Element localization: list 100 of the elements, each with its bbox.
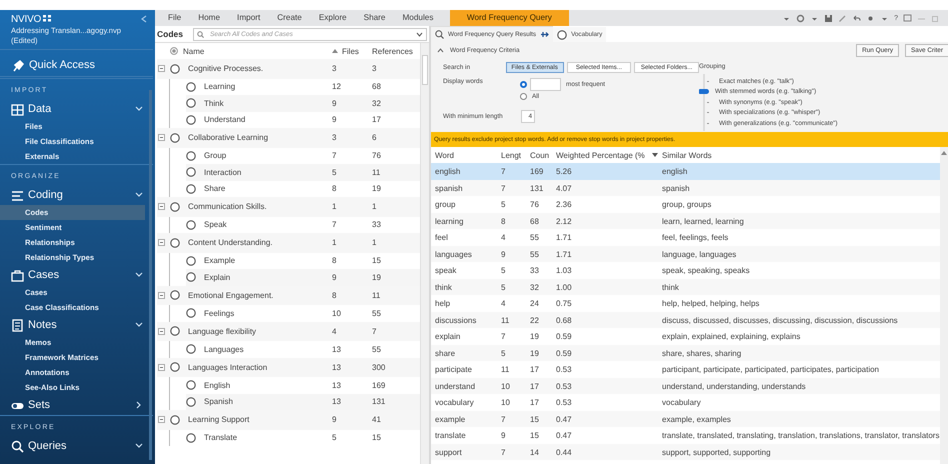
sidebar-group[interactable]: Sets xyxy=(0,395,153,415)
column-header[interactable]: Word xyxy=(435,150,454,160)
table-cell: support, supported, supporting xyxy=(662,448,771,456)
table-cell: explain, explained, explaining, explains xyxy=(662,332,800,341)
code-name[interactable]: Explain xyxy=(204,272,230,282)
menu-item[interactable]: Explore xyxy=(310,10,356,26)
slider-thumb[interactable] xyxy=(699,89,709,94)
radio-button[interactable] xyxy=(520,81,527,88)
table-row[interactable]: example 7 15 0.47 example, examples xyxy=(431,410,941,427)
code-name[interactable]: Spanish xyxy=(204,397,233,406)
table-cell: 0.53 xyxy=(556,365,572,374)
table-row[interactable]: help 4 24 0.75 help, helped, helping, helps xyxy=(431,295,941,312)
table-row[interactable]: think 5 32 1.00 think xyxy=(431,278,941,295)
code-name[interactable]: Emotional Engagement. xyxy=(188,290,274,300)
sidebar-group[interactable]: Queries xyxy=(0,436,153,456)
context-tab[interactable]: Word Frequency Query xyxy=(450,10,569,26)
sidebar-group[interactable]: Cases xyxy=(0,265,153,285)
table-row[interactable]: understand 10 17 0.53 understand, understanding, understands xyxy=(431,378,941,394)
code-name[interactable]: Think xyxy=(204,98,224,108)
code-name[interactable]: Content Understanding. xyxy=(188,238,272,248)
table-cell-text: 68 xyxy=(372,82,382,92)
menu-item[interactable]: Import xyxy=(228,10,269,26)
table-cell: 19 xyxy=(530,332,539,341)
code-name[interactable]: Speak xyxy=(204,220,227,230)
code-name[interactable]: Share xyxy=(204,184,226,194)
sidebar-group[interactable]: Data xyxy=(0,99,153,119)
save-icon[interactable] xyxy=(824,14,834,22)
table-row[interactable]: languages 9 55 1.71 language, languages xyxy=(431,246,941,262)
table-cell-text: 8 xyxy=(332,256,338,266)
table-row[interactable]: group 5 76 2.36 group, groups xyxy=(431,196,941,212)
code-name[interactable]: Example xyxy=(204,256,236,266)
circle-icon xyxy=(170,362,180,372)
circle-icon xyxy=(170,326,180,336)
code-name[interactable]: Language flexibility xyxy=(188,326,256,336)
sidebar-group[interactable]: Notes xyxy=(0,315,153,335)
table-row[interactable]: discussions 11 22 0.68 discuss, discussed, discusses, discussing, discussion, discussions xyxy=(431,312,941,328)
code-name[interactable]: Learning xyxy=(204,82,236,92)
column-header[interactable]: Weighted Percentage (% xyxy=(556,150,645,160)
table-cell: 9 xyxy=(501,431,506,440)
search-icon xyxy=(196,30,204,38)
collapse-icon[interactable] xyxy=(158,65,165,72)
table-row[interactable]: support 7 14 0.44 support, supported, supporting xyxy=(431,444,941,460)
radio-button[interactable] xyxy=(520,93,527,100)
menu-item[interactable]: Share xyxy=(355,10,394,26)
column-header[interactable]: Coun xyxy=(530,150,550,160)
code-name[interactable]: Cognitive Processes. xyxy=(188,64,264,74)
column-header[interactable]: References xyxy=(372,46,413,56)
table-row[interactable]: spanish 7 131 4.07 spanish xyxy=(431,180,941,196)
quick-access-link[interactable]: Quick Access xyxy=(0,54,153,77)
table-icon xyxy=(11,102,24,116)
table-row[interactable]: participate 11 17 0.53 participant, participate, participated, participates, participation xyxy=(431,361,941,378)
table-row[interactable]: english 7 169 5.26 english xyxy=(431,163,941,180)
code-name[interactable]: Feelings xyxy=(204,308,234,318)
table-row[interactable]: translate 9 15 0.47 translate, translated, translating, translation, translations, translator, translators xyxy=(431,427,941,444)
code-name[interactable]: Collaborative Learning xyxy=(188,133,268,142)
scrollbar-thumb[interactable] xyxy=(422,55,428,85)
table-cell-text: 3 xyxy=(332,133,338,142)
code-name[interactable]: Languages Interaction xyxy=(188,362,268,372)
code-name[interactable]: English xyxy=(204,380,230,390)
dot-icon[interactable] xyxy=(866,14,876,22)
collapse-icon[interactable] xyxy=(158,292,165,299)
table-cell: 2.36 xyxy=(556,200,572,209)
collapse-icon[interactable] xyxy=(158,364,165,371)
collapse-icon[interactable] xyxy=(158,203,165,210)
table-row[interactable]: feel 4 55 1.71 feel, feelings, feels xyxy=(431,229,941,246)
menu-item[interactable]: File xyxy=(155,10,190,26)
column-header[interactable]: Lengt xyxy=(501,150,522,160)
collapse-icon[interactable] xyxy=(158,239,165,246)
menu-item[interactable]: Modules xyxy=(394,10,442,26)
menu-item[interactable]: Create xyxy=(268,10,310,26)
table-row[interactable]: learning 8 68 2.12 learn, learned, learning xyxy=(431,212,941,229)
menu-item[interactable]: Home xyxy=(190,10,229,26)
collapse-icon[interactable] xyxy=(158,416,165,424)
column-header[interactable]: Name xyxy=(183,46,204,56)
number-field[interactable] xyxy=(530,78,561,91)
undo-icon[interactable] xyxy=(852,14,862,22)
sidebar-group[interactable]: Coding xyxy=(0,185,153,205)
code-name[interactable]: Translate xyxy=(204,433,238,442)
column-header[interactable]: Similar Words xyxy=(662,150,712,160)
collapse-icon[interactable] xyxy=(158,328,165,335)
circle-icon xyxy=(170,202,180,212)
table-row[interactable]: vocabulary 10 17 0.53 vocabulary xyxy=(431,394,941,410)
table-cell: 0.47 xyxy=(556,431,572,440)
code-name[interactable]: Group xyxy=(204,151,226,160)
code-name[interactable]: Interaction xyxy=(204,168,242,177)
code-name[interactable]: Understand xyxy=(204,115,246,124)
code-name[interactable]: Communication Skills. xyxy=(188,202,267,212)
code-name[interactable]: Learning Support xyxy=(188,415,250,424)
pencil-icon[interactable] xyxy=(838,14,848,22)
sort-icon xyxy=(652,153,658,157)
briefcase-icon xyxy=(11,268,24,282)
table-row[interactable]: explain 7 19 0.59 explain, explained, explaining, explains xyxy=(431,328,941,344)
table-cell: 17 xyxy=(530,365,539,374)
table-row[interactable]: speak 5 33 1.03 speak, speaking, speaks xyxy=(431,262,941,278)
table-row[interactable]: share 5 19 0.59 share, shares, sharing xyxy=(431,344,941,361)
code-name[interactable]: Languages xyxy=(204,344,244,354)
table-cell-text: 8 xyxy=(332,184,338,194)
column-header[interactable]: Files xyxy=(342,46,359,56)
table-cell: 7 xyxy=(501,414,506,424)
collapse-icon[interactable] xyxy=(158,134,165,142)
